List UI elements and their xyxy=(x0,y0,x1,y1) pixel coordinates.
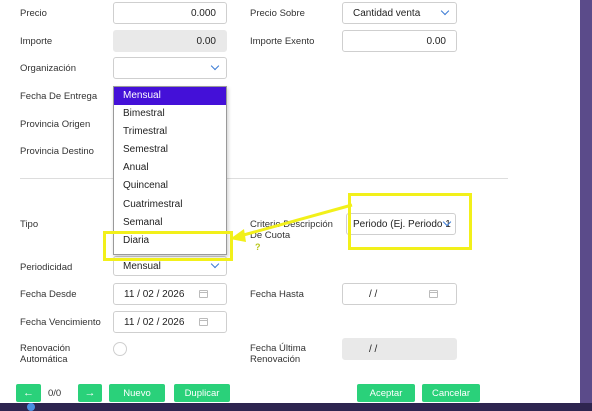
form-panel: Precio 0.000 Precio Sobre Cantidad venta… xyxy=(0,0,580,411)
annotation-arrow xyxy=(230,203,353,242)
arrow-head xyxy=(230,229,246,242)
arrow-line xyxy=(239,203,353,238)
